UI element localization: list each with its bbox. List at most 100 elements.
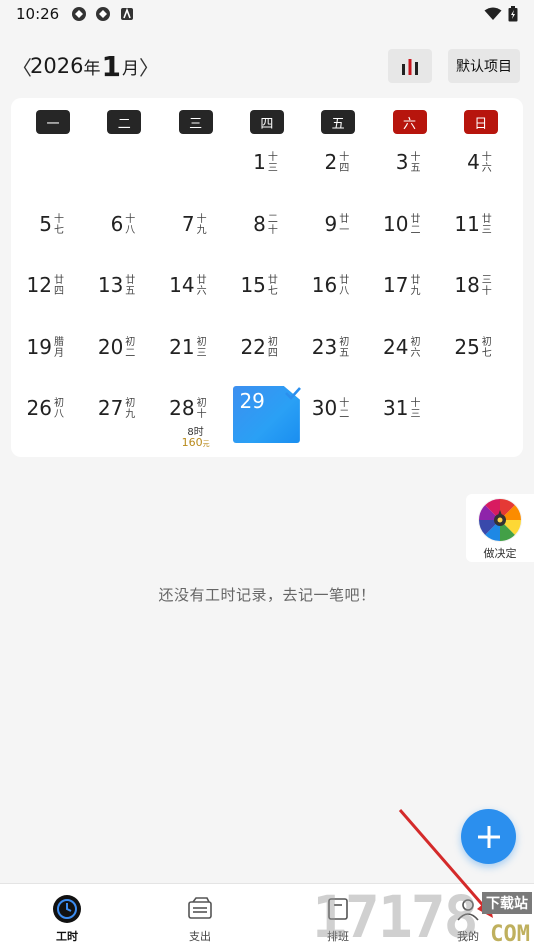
lunar-date: 初六 xyxy=(410,336,421,359)
calendar-day[interactable]: 18 三十 xyxy=(446,273,516,329)
calendar-day[interactable]: 12 廿四 xyxy=(18,273,88,329)
statistics-button[interactable] xyxy=(388,49,432,83)
lunar-date: 廿二 xyxy=(410,213,421,236)
decide-label: 做决定 xyxy=(483,547,517,560)
calendar-day[interactable]: 21 初三 xyxy=(161,335,231,391)
month-unit: 月 xyxy=(121,58,139,79)
wallet-icon xyxy=(188,897,212,919)
nav-tab-schedule[interactable]: 排班 xyxy=(298,894,378,944)
calendar-day[interactable]: 31 十三 xyxy=(375,396,445,452)
lunar-date: 十六 xyxy=(481,152,492,174)
weekday-label: 日 xyxy=(463,110,498,134)
profile-icon xyxy=(457,899,479,921)
day-number: 24 xyxy=(383,334,409,359)
plus-icon xyxy=(477,825,500,848)
day-number: 1 xyxy=(253,150,266,174)
nav-label: 支出 xyxy=(189,930,211,943)
decide-wheel-button[interactable]: 做决定 xyxy=(466,494,534,562)
day-number: 5 xyxy=(39,211,52,236)
weekday-label: 四 xyxy=(249,110,284,134)
calendar-day[interactable]: 20 初二 xyxy=(89,335,159,391)
day-number: 22 xyxy=(240,334,266,359)
day-number: 25 xyxy=(454,334,480,359)
calendar-day[interactable]: 11 廿三 xyxy=(446,212,516,268)
calendar-day[interactable]: 1 十三 xyxy=(232,150,302,206)
calendar-day[interactable]: 25 初七 xyxy=(446,335,516,391)
weekday-header: 一二三四五六日 xyxy=(11,110,523,134)
calendar-day[interactable]: 14 廿六 xyxy=(161,273,231,329)
calendar-day[interactable]: 10 廿二 xyxy=(375,212,445,268)
bottom-navigation: 工时 支出 排班 我的 xyxy=(0,883,534,950)
empty-state-message: 还没有工时记录，去记一笔吧！ xyxy=(158,586,376,604)
checkmark-icon xyxy=(284,387,301,400)
weekday-label: 三 xyxy=(178,110,213,134)
weekday-label: 一 xyxy=(36,110,70,134)
year-label[interactable]: 2026 xyxy=(30,54,83,78)
lunar-date: 十三 xyxy=(410,398,421,420)
project-selector-button[interactable]: 默认项目 xyxy=(448,49,520,83)
lunar-date: 初五 xyxy=(339,336,350,359)
calendar-day[interactable]: 7 十九 xyxy=(161,212,231,268)
nav-tab-hours[interactable]: 工时 xyxy=(27,894,107,944)
weekday-label: 六 xyxy=(392,110,427,134)
day-number: 15 xyxy=(240,273,266,297)
calendar-day[interactable]: 3 十五 xyxy=(375,150,445,206)
day-number: 2 xyxy=(324,150,338,174)
month-selector: 〈 2026 年 1 月 〉 xyxy=(12,50,159,83)
next-month-button[interactable]: 〉 xyxy=(139,52,159,81)
calendar-day[interactable]: 5 十七 xyxy=(18,212,88,268)
calendar-day[interactable]: 15 廿七 xyxy=(232,273,302,329)
calendar-day[interactable]: 27 初九 xyxy=(89,396,159,452)
calendar-day[interactable]: 24 初六 xyxy=(375,335,445,391)
day-number: 14 xyxy=(169,273,195,297)
app-notification-icon xyxy=(96,7,111,21)
day-number: 23 xyxy=(311,334,338,359)
calendar-day[interactable]: 6 十八 xyxy=(89,212,159,268)
nav-label: 排班 xyxy=(327,930,349,943)
calendar-day[interactable]: 23 初五 xyxy=(303,335,373,391)
lunar-date: 初七 xyxy=(481,336,492,359)
calendar-day[interactable]: 2 十四 xyxy=(303,150,373,206)
calendar-day-selected[interactable]: 29 xyxy=(232,386,302,452)
calendar-day[interactable]: 4 十六 xyxy=(446,150,516,206)
day-number: 16 xyxy=(311,273,338,297)
lunar-date: 十七 xyxy=(54,213,64,236)
day-number: 11 xyxy=(454,211,480,236)
calendar-day[interactable]: 13 廿五 xyxy=(89,273,159,329)
calendar-day[interactable]: 9 廿一 xyxy=(303,212,373,268)
nav-tab-expense[interactable]: 支出 xyxy=(160,894,240,944)
calendar-day[interactable]: 19 腊月 xyxy=(18,335,88,391)
calendar-day[interactable]: 30 十二 xyxy=(303,396,373,452)
lunar-date: 初十 xyxy=(196,398,207,420)
status-time: 10:26 xyxy=(16,5,60,23)
calendar-card: 一二三四五六日 1 十三 2 十四 3 十五 4 十六 5 十七 6 十八 7 十九 8 二十 9 廿一 10 廿二 1… xyxy=(11,98,523,457)
nav-tab-profile[interactable]: 我的 xyxy=(428,894,508,944)
lunar-date: 初二 xyxy=(125,336,136,359)
calendar-day[interactable]: 22 初四 xyxy=(232,335,302,391)
weekday-label: 二 xyxy=(107,110,142,134)
lunar-date: 廿三 xyxy=(481,213,492,236)
add-record-button[interactable] xyxy=(461,809,516,864)
month-label[interactable]: 1 xyxy=(101,50,120,83)
lunar-date: 十九 xyxy=(196,213,207,236)
day-number: 4 xyxy=(467,150,480,174)
day-number: 12 xyxy=(26,273,52,297)
day-number: 28 xyxy=(169,396,195,420)
prev-month-button[interactable]: 〈 xyxy=(12,52,32,81)
lunar-date: 初四 xyxy=(267,336,278,359)
calendar-day[interactable]: 17 廿九 xyxy=(375,273,445,329)
day-number: 31 xyxy=(383,396,409,420)
day-number: 29 xyxy=(239,389,265,413)
calendar-day[interactable]: 26 初八 xyxy=(18,396,88,452)
wifi-icon xyxy=(484,7,502,20)
status-bar: 10:26 xyxy=(0,0,534,28)
day-number: 18 xyxy=(454,273,480,297)
lunar-date: 十五 xyxy=(410,152,421,174)
calendar-day[interactable]: 16 廿八 xyxy=(303,273,373,329)
nav-label: 工时 xyxy=(56,930,78,943)
calendar-day[interactable]: 28 初十 8时 160元 xyxy=(161,396,231,452)
lunar-date: 廿八 xyxy=(339,275,350,297)
day-number: 13 xyxy=(97,273,124,297)
lunar-date: 初三 xyxy=(196,336,207,359)
calendar-day[interactable]: 8 二十 xyxy=(232,212,302,268)
